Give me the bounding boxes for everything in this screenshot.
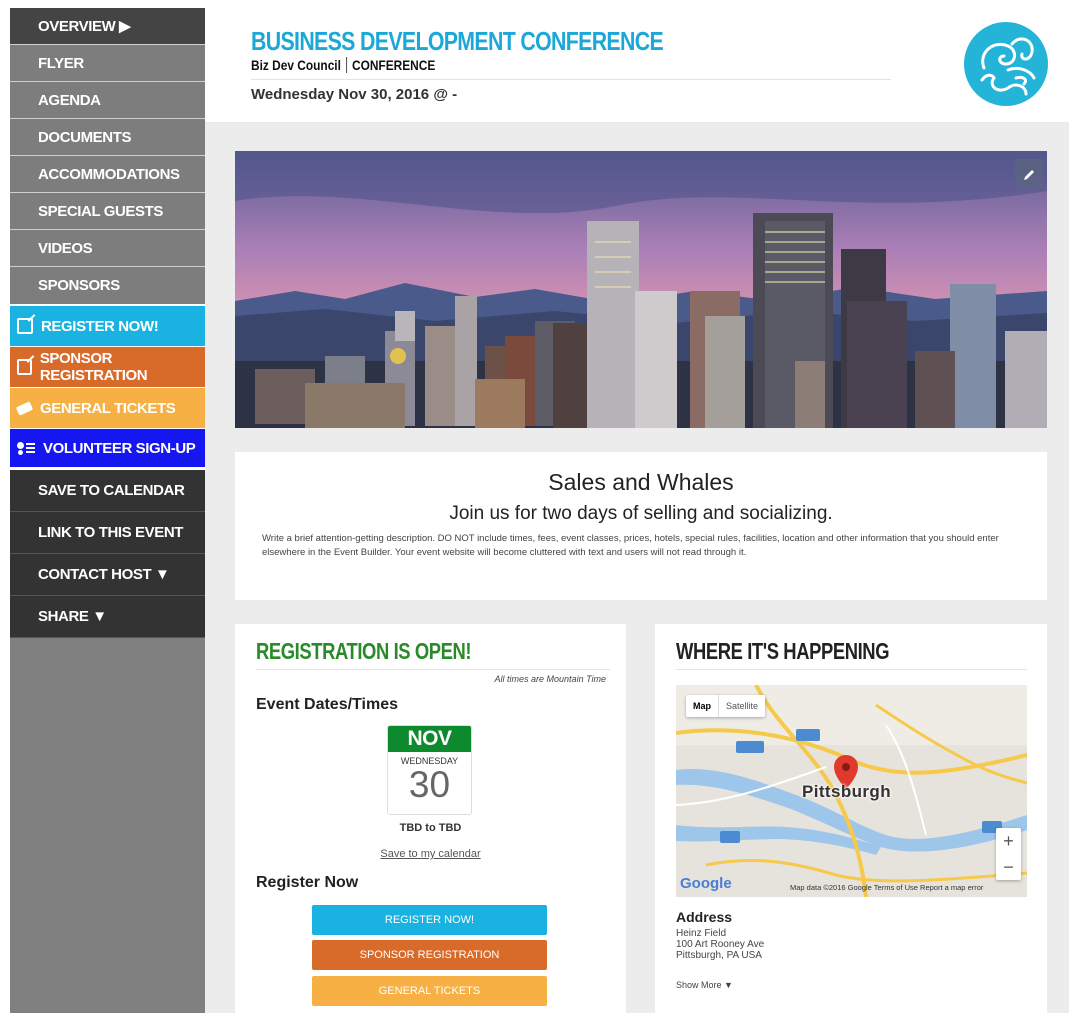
address-line: Pittsburgh, PA USA [676,950,762,961]
intro-card: Sales and Whales Join us for two days of… [235,452,1047,600]
divider [676,669,1027,670]
calendar-day: 30 [408,764,451,805]
sidebar-item-label: SPONSORS [38,277,120,294]
organizer-line: Biz Dev Council CONFERENCE [251,57,435,73]
sidebar-item-videos[interactable]: VIDEOS [10,230,205,267]
sidebar-item-flyer[interactable]: FLYER [10,45,205,82]
volunteer-icon [17,442,35,454]
zoom-in-button[interactable]: + [996,828,1021,854]
map-zoom-control: + − [996,828,1021,880]
edit-icon [17,359,32,375]
pencil-icon [1024,170,1034,180]
sidebar-item-sponsors[interactable]: SPONSORS [10,267,205,306]
share-dropdown[interactable]: SHARE ▼ [10,596,205,638]
sidebar-item-accommodations[interactable]: ACCOMMODATIONS [10,156,205,193]
map-tab-satellite[interactable]: Satellite [718,695,765,717]
edit-icon [17,318,33,334]
zoom-out-button[interactable]: − [996,854,1021,880]
intro-title: Sales and Whales [548,469,734,495]
sidebar-item-label: ACCOMMODATIONS [38,165,180,183]
sidebar-general-tickets-button[interactable]: GENERAL TICKETS [10,388,205,429]
save-to-calendar-link[interactable]: Save to my calendar [235,848,626,860]
sidebar-action-label: SHARE ▼ [38,608,107,625]
organizer-name: Biz Dev Council [251,57,341,73]
sidebar-item-label: AGENDA [38,91,101,109]
divider [346,57,347,73]
sidebar-action-label: LINK TO THIS EVENT [38,524,184,541]
sidebar-volunteer-signup-button[interactable]: VOLUNTEER SIGN-UP [10,429,205,470]
page-header: BUSINESS DEVELOPMENT CONFERENCE Biz Dev … [205,8,1069,123]
map-city-label: Pittsburgh [802,782,891,801]
location-card: WHERE IT'S HAPPENING Map Satellite Pitts… [655,624,1047,1013]
sidebar-action-label: SAVE TO CALENDAR [38,482,185,499]
sidebar-item-label: DOCUMENTS [38,128,132,146]
sidebar-cta-label: GENERAL TICKETS [40,399,176,417]
hero-image [235,151,1047,428]
register-heading: Register Now [256,874,359,891]
registration-heading: REGISTRATION IS OPEN! [256,638,472,664]
event-dates-heading: Event Dates/Times [256,696,398,713]
sidebar-item-special-guests[interactable]: SPECIAL GUESTS [10,193,205,230]
map-attribution: Map data ©2016 Google Terms of Use Repor… [790,883,984,892]
sidebar: OVERVIEW ▶ FLYER AGENDA DOCUMENTS ACCOMM… [10,8,205,1013]
save-to-calendar-link[interactable]: SAVE TO CALENDAR [10,470,205,512]
contact-host-dropdown[interactable]: CONTACT HOST ▼ [10,554,205,596]
sponsor-registration-button[interactable]: SPONSOR REGISTRATION [312,940,547,970]
sidebar-register-now-button[interactable]: REGISTER NOW! [10,306,205,347]
time-range: TBD to TBD [399,822,462,834]
calendar-month: NOV [388,726,471,752]
sidebar-cta-label: SPONSOR REGISTRATION [39,350,148,384]
sidebar-item-documents[interactable]: DOCUMENTS [10,119,205,156]
sidebar-item-label: VIDEOS [38,239,93,257]
sidebar-item-label: OVERVIEW ▶ [38,18,131,35]
sidebar-action-label: CONTACT HOST ▼ [38,566,170,583]
intro-description: Write a brief attention-getting descript… [262,533,999,558]
google-logo: Google [680,875,732,892]
map-type-control: Map Satellite [686,695,766,717]
address-heading: Address [676,909,733,925]
timezone-note: All times are Mountain Time [494,674,606,684]
edit-image-button[interactable] [1015,159,1043,187]
location-heading: WHERE IT'S HAPPENING [676,638,890,664]
general-tickets-button[interactable]: GENERAL TICKETS [312,976,547,1006]
calendar-badge: NOV WEDNESDAY 30 [387,725,472,815]
sidebar-item-agenda[interactable]: AGENDA [10,82,205,119]
ticket-icon [15,400,34,416]
address-line: Heinz Field [676,928,727,939]
page-title: BUSINESS DEVELOPMENT CONFERENCE [251,26,664,56]
map-tab-map[interactable]: Map [686,695,718,717]
intro-subtitle: Join us for two days of selling and soci… [449,503,833,524]
sidebar-item-label: FLYER [38,54,84,72]
divider [256,669,610,670]
organizer-logo [964,22,1048,106]
event-category: CONFERENCE [351,57,436,73]
sidebar-cta-label: VOLUNTEER SIGN-UP [43,439,196,457]
sidebar-cta-label: REGISTER NOW! [41,317,159,335]
registration-card: REGISTRATION IS OPEN! All times are Moun… [235,624,626,1013]
register-now-button[interactable]: REGISTER NOW! [312,905,547,935]
location-map[interactable]: Map Satellite Pittsburgh + − Google Map … [676,685,1027,897]
link-to-event-link[interactable]: LINK TO THIS EVENT [10,512,205,554]
show-more-link[interactable]: Show More ▼ [676,980,733,990]
sidebar-item-label: SPECIAL GUESTS [38,202,163,220]
event-date: Wednesday Nov 30, 2016 @ - [251,86,458,103]
sidebar-item-overview[interactable]: OVERVIEW ▶ [10,8,205,45]
address-line: 100 Art Rooney Ave [676,939,765,950]
sidebar-sponsor-registration-button[interactable]: SPONSOR REGISTRATION [10,347,205,388]
divider [251,79,891,80]
